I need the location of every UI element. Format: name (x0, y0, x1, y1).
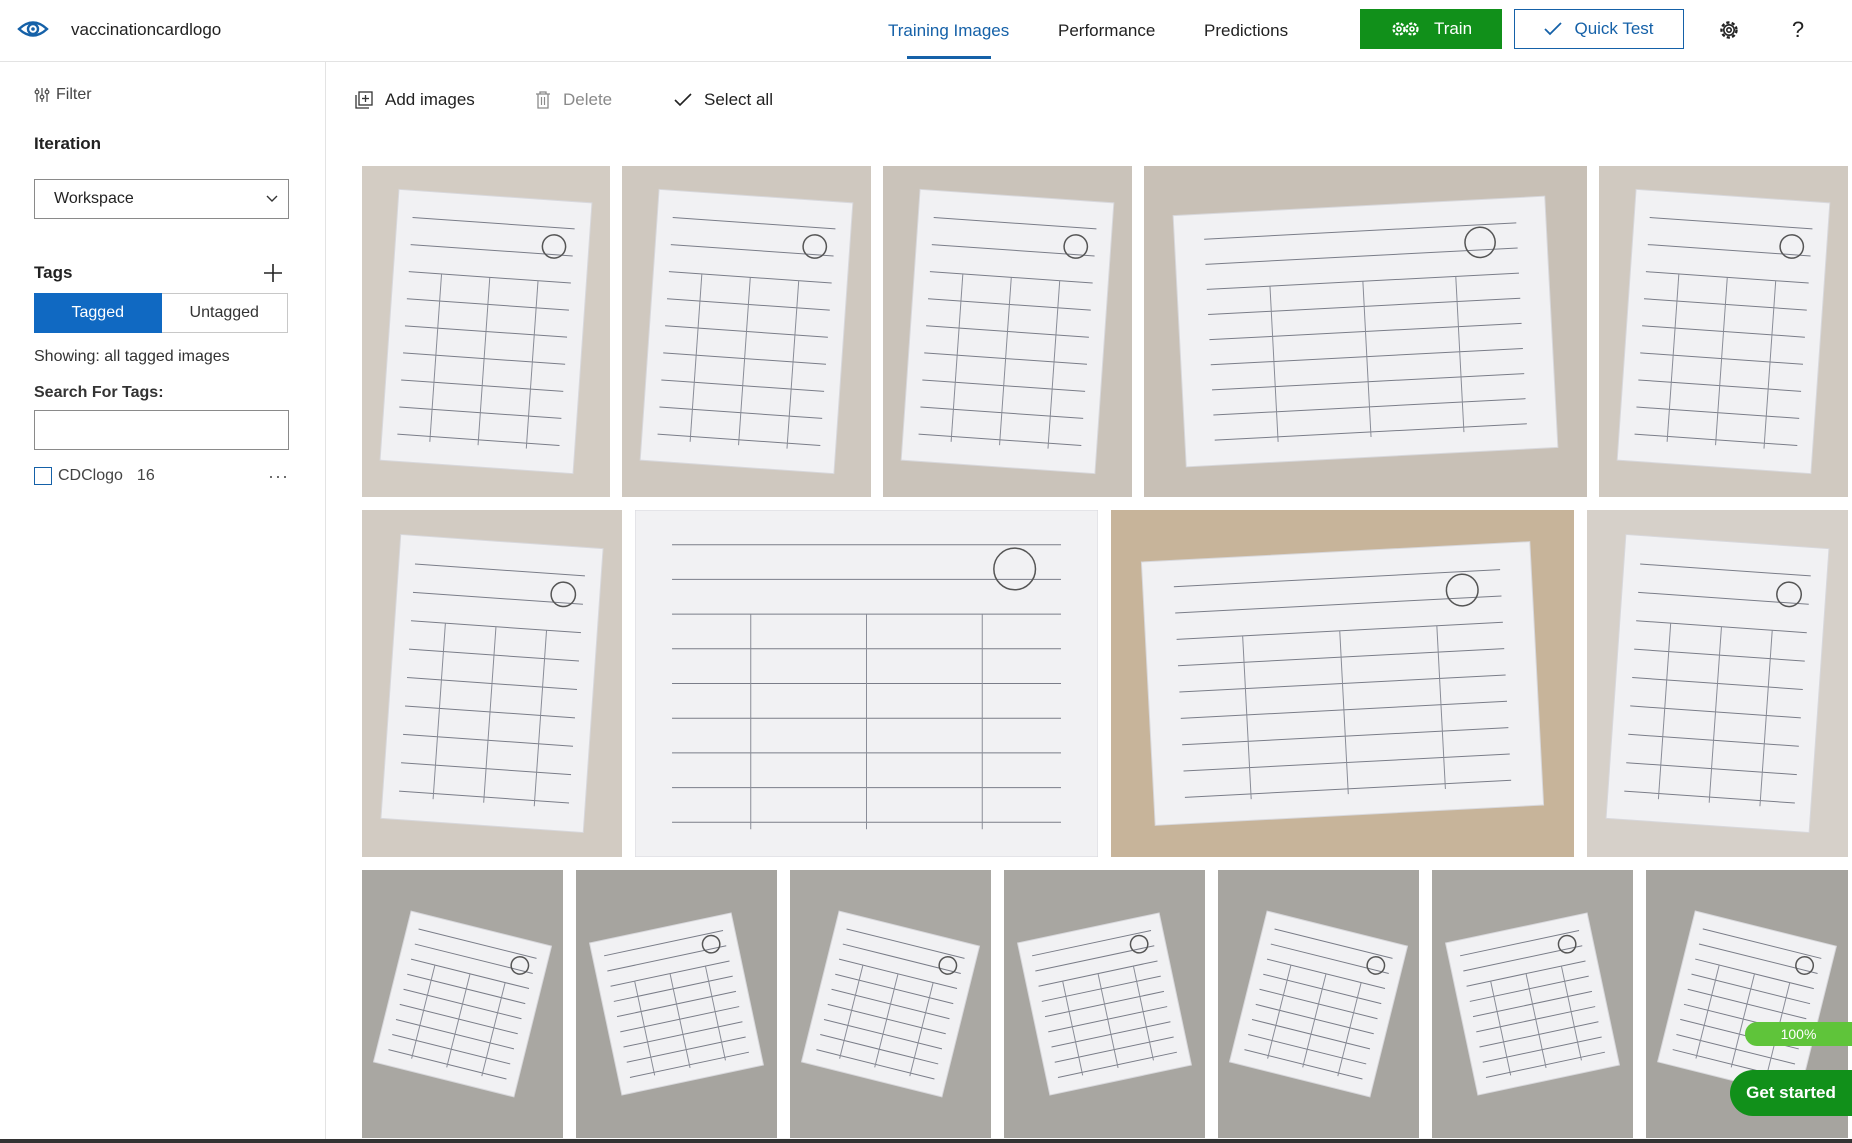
question-icon: ? (1791, 17, 1805, 42)
gears-icon (1392, 22, 1419, 36)
photo-content (790, 870, 991, 1138)
tagged-toggle-button[interactable]: Tagged (34, 293, 162, 333)
sidebar: Filter Iteration Workspace Tags Tagged U… (0, 62, 326, 1143)
tagged-untagged-toggle: Tagged Untagged (34, 293, 288, 333)
photo-content (622, 166, 871, 497)
quick-test-button[interactable]: Quick Test (1514, 9, 1684, 49)
training-image-thumbnail[interactable] (883, 166, 1132, 497)
tag-name: CDClogo (58, 467, 123, 484)
training-image-thumbnail[interactable] (1432, 870, 1633, 1138)
add-image-icon (355, 91, 373, 109)
progress-indicator: 100% (1745, 1022, 1852, 1046)
iteration-dropdown[interactable]: Workspace (34, 179, 289, 219)
search-tags-label: Search For Tags: (34, 384, 164, 401)
photo-content (635, 510, 1098, 857)
settings-button[interactable] (1715, 16, 1743, 44)
eye-logo-icon[interactable] (16, 14, 50, 44)
add-tag-plus-icon[interactable] (262, 262, 284, 284)
filter-button[interactable]: Filter (34, 86, 92, 104)
project-title: vaccinationcardlogo (71, 20, 222, 39)
photo-content (362, 510, 622, 857)
photo-content (576, 870, 777, 1138)
tab-training-images[interactable]: Training Images (888, 21, 1009, 41)
filter-label: Filter (56, 86, 92, 103)
train-label: Train (1433, 19, 1473, 38)
photo-content (362, 870, 563, 1138)
training-image-thumbnail[interactable] (635, 510, 1098, 857)
trash-icon (536, 91, 550, 109)
training-image-thumbnail[interactable] (576, 870, 777, 1138)
training-image-thumbnail[interactable] (622, 166, 871, 497)
delete-button[interactable]: Delete (535, 90, 612, 110)
showing-status-text: Showing: all tagged images (34, 348, 230, 365)
training-image-thumbnail[interactable] (362, 870, 563, 1138)
training-image-thumbnail[interactable] (790, 870, 991, 1138)
training-image-thumbnail[interactable] (1144, 166, 1587, 497)
tags-heading: Tags (34, 263, 73, 282)
quick-test-label: Quick Test (1574, 19, 1654, 38)
training-image-thumbnail[interactable] (362, 166, 610, 497)
tag-more-options-icon[interactable]: ··· (268, 466, 289, 487)
search-tags-input[interactable] (34, 410, 289, 450)
select-all-button[interactable]: Select all (674, 90, 773, 110)
training-image-thumbnail[interactable] (1599, 166, 1848, 497)
iteration-value: Workspace (54, 190, 134, 207)
tag-count: 16 (136, 467, 155, 484)
checkmark-icon (1544, 22, 1563, 36)
photo-content (1218, 870, 1419, 1138)
photo-content (1587, 510, 1848, 857)
training-image-thumbnail[interactable] (1218, 870, 1419, 1138)
tab-performance[interactable]: Performance (1058, 21, 1155, 41)
checkmark-icon (674, 93, 692, 107)
add-images-label: Add images (385, 90, 475, 109)
select-all-label: Select all (704, 90, 773, 109)
photo-content (1432, 870, 1633, 1138)
training-image-thumbnail[interactable] (362, 510, 622, 857)
active-tab-indicator (907, 56, 991, 59)
photo-content (1599, 166, 1848, 497)
photo-content (362, 166, 610, 497)
chevron-down-icon (266, 195, 278, 202)
tab-predictions[interactable]: Predictions (1204, 21, 1288, 41)
filter-sliders-icon (34, 88, 50, 102)
help-button[interactable]: ? (1784, 16, 1812, 44)
get-started-button[interactable]: Get started (1730, 1070, 1852, 1116)
iteration-heading: Iteration (34, 134, 102, 153)
photo-content (1111, 510, 1574, 857)
photo-content (883, 166, 1132, 497)
bottom-edge-strip (0, 1139, 1852, 1143)
tag-checkbox[interactable] (34, 467, 52, 485)
top-bar: vaccinationcardlogo Training Images Perf… (0, 0, 1852, 62)
gear-icon (1720, 21, 1738, 39)
training-image-thumbnail[interactable] (1111, 510, 1574, 857)
training-image-thumbnail[interactable] (1004, 870, 1205, 1138)
add-images-button[interactable]: Add images (355, 90, 475, 110)
delete-label: Delete (563, 90, 613, 109)
photo-content (1144, 166, 1587, 497)
untagged-toggle-button[interactable]: Untagged (161, 293, 288, 333)
photo-content (1004, 870, 1205, 1138)
train-button[interactable]: Train (1360, 9, 1502, 49)
training-image-thumbnail[interactable] (1587, 510, 1848, 857)
tag-list-item: CDClogo 16 ··· (34, 464, 289, 488)
